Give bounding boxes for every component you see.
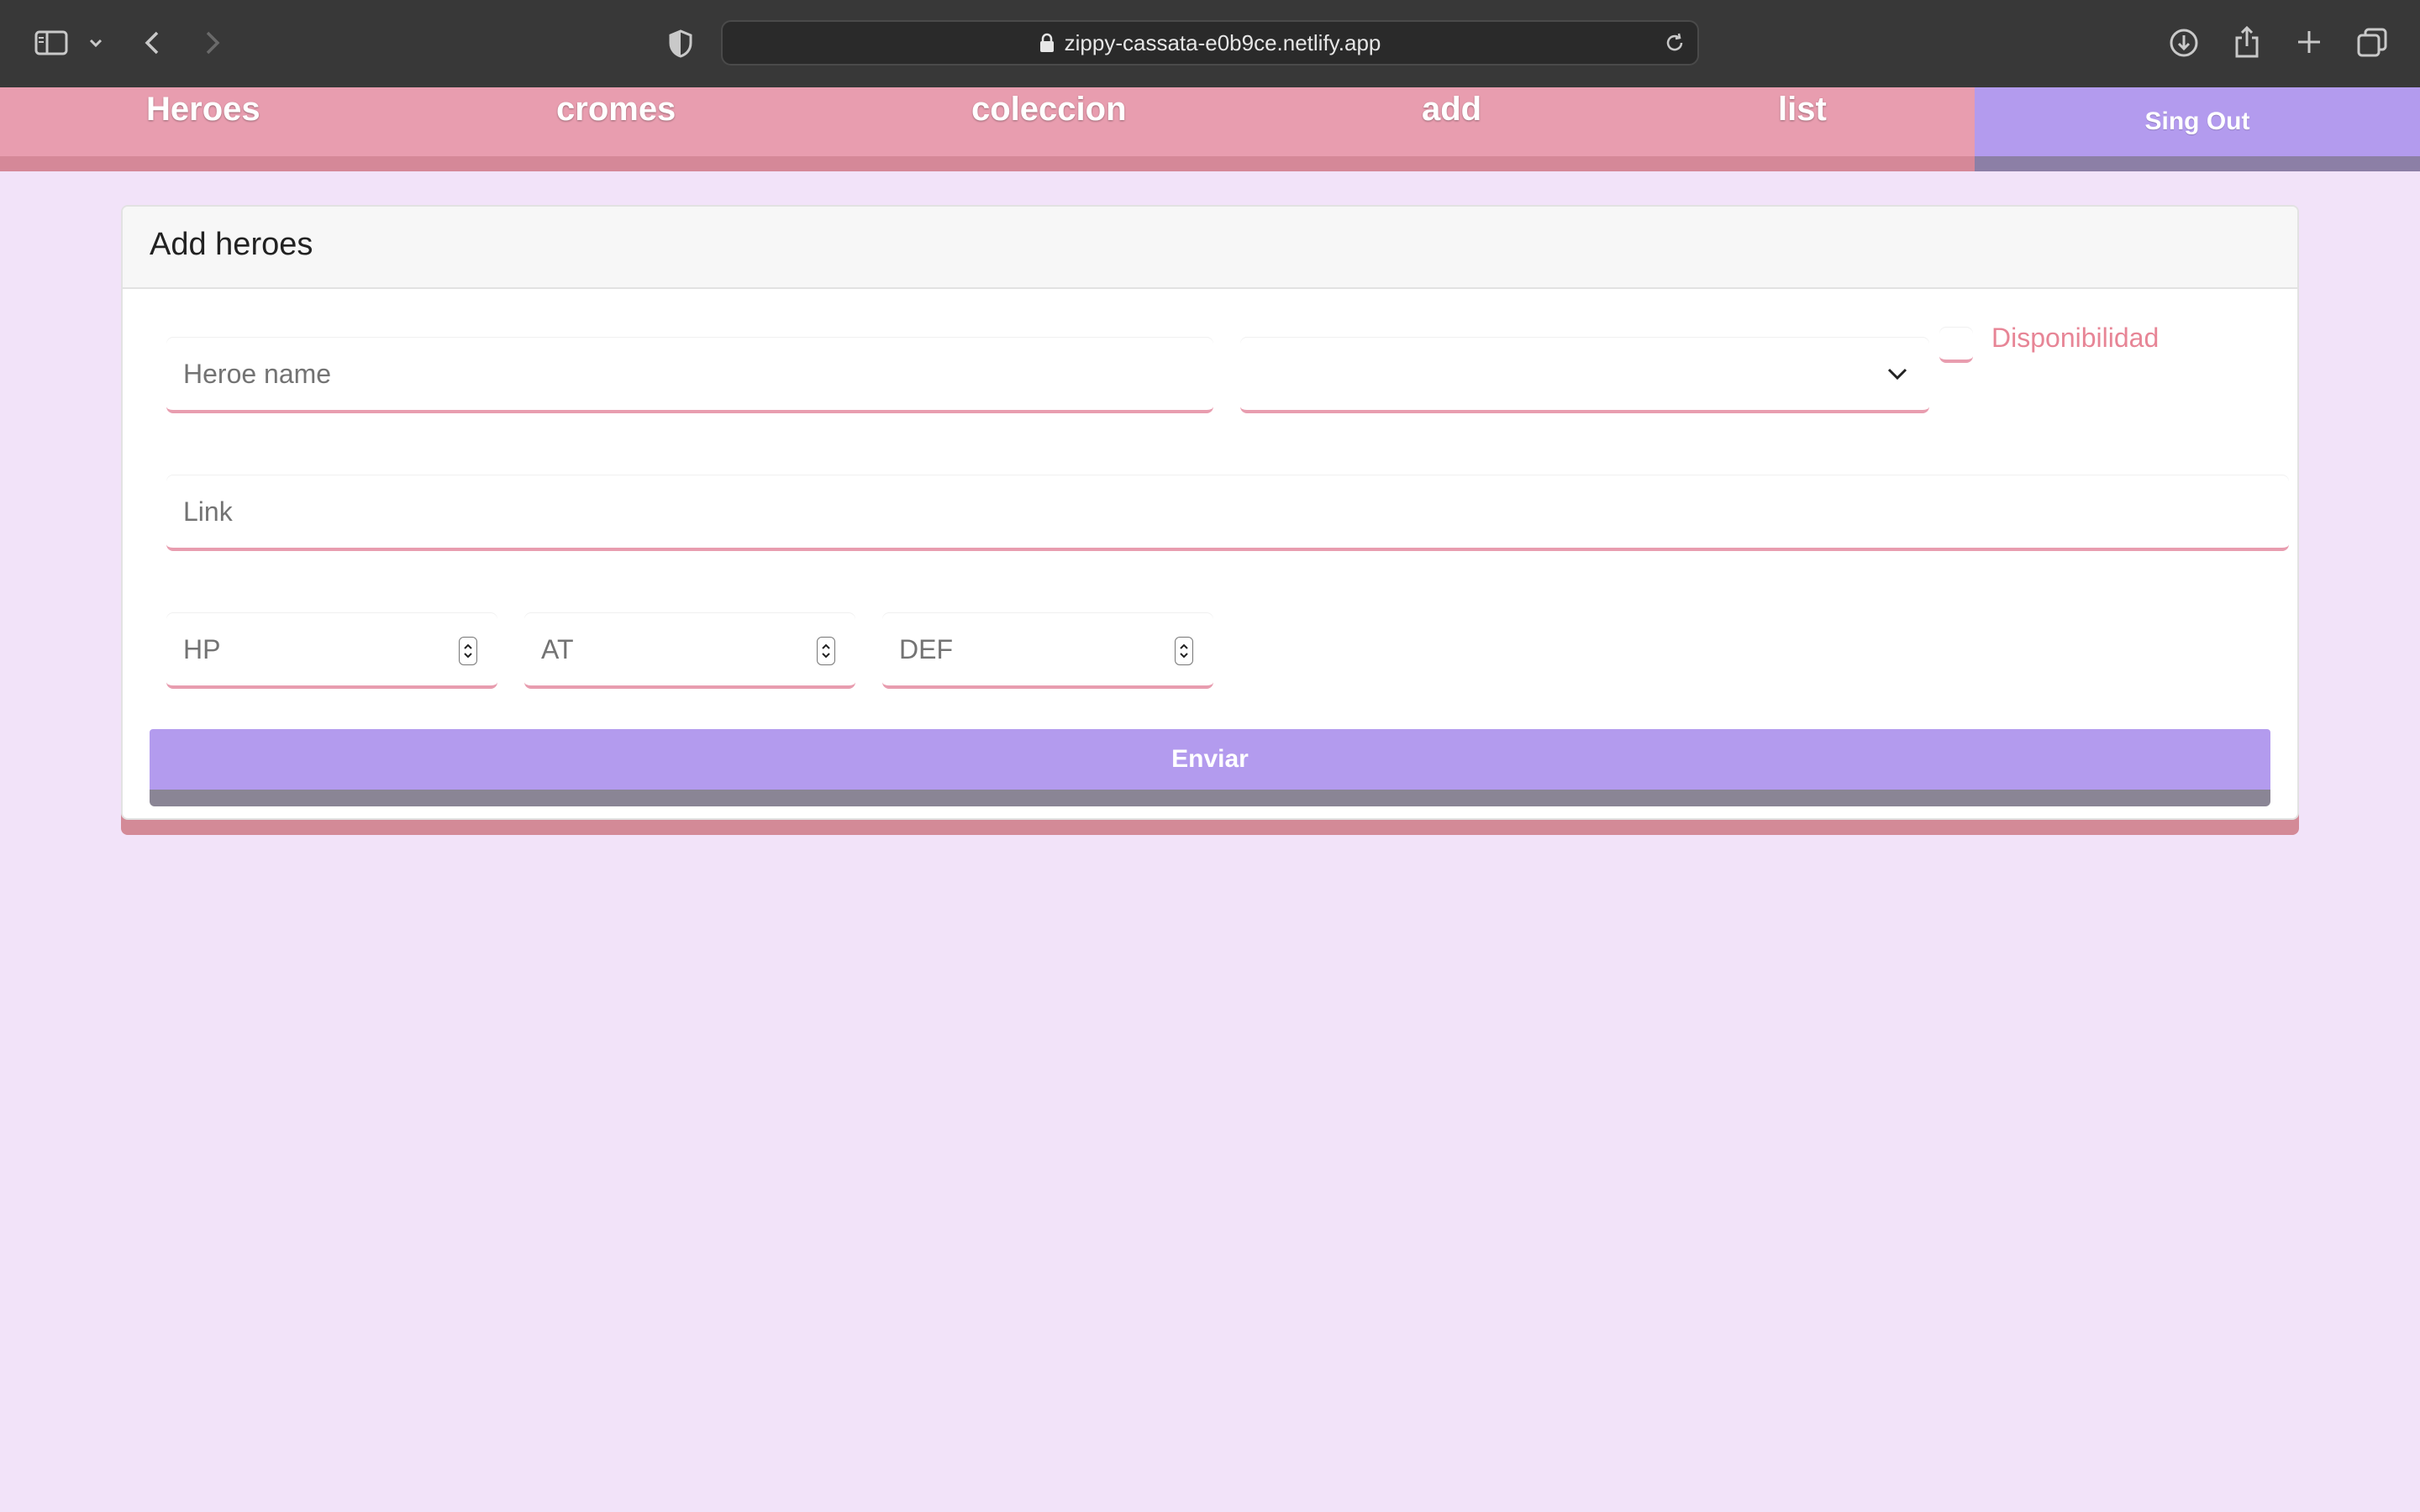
def-input[interactable] [882,613,1213,689]
address-bar[interactable]: zippy-cassata-e0b9ce.netlify.app [721,20,1699,66]
sign-out-button-shadow [1975,156,2420,171]
shield-icon[interactable] [666,27,696,60]
chevron-down-icon[interactable] [86,30,106,55]
nav-link-cromes[interactable]: cromes [556,87,676,131]
forward-icon[interactable] [200,27,225,59]
browser-toolbar: zippy-cassata-e0b9ce.netlify.app [0,0,2420,87]
def-stepper-icon[interactable] [1175,637,1193,665]
nav-link-list[interactable]: list [1778,87,1827,131]
card-header: Add heroes [123,207,2297,289]
availability-checkbox[interactable] [1939,328,1973,363]
nav-link-heroes[interactable]: Heroes [146,87,260,131]
nav-link-add[interactable]: add [1422,87,1481,131]
navbar-shadow [0,156,1975,171]
hero-company-select[interactable] [1240,338,1929,413]
card-title: Add heroes [150,227,313,262]
hp-input[interactable] [166,613,497,689]
hero-name-input[interactable] [166,338,1213,413]
chevron-down-icon [1887,368,1907,380]
nav-link-coleccion[interactable]: coleccion [971,87,1127,131]
url-text: zippy-cassata-e0b9ce.netlify.app [1064,29,1381,55]
at-input[interactable] [524,613,855,689]
link-input[interactable] [166,475,2289,551]
hp-stepper-icon[interactable] [459,637,477,665]
download-icon[interactable] [2166,25,2202,60]
add-heroes-card: Add heroes Disponibilidad Enviar [121,205,2299,820]
submit-button-shadow [150,790,2270,806]
availability-label: Disponibilidad [1991,323,2160,353]
sidebar-icon[interactable] [32,25,71,60]
submit-button[interactable]: Enviar [150,729,2270,790]
back-icon[interactable] [139,27,165,59]
reload-icon[interactable] [1664,32,1686,54]
lock-icon [1039,33,1055,53]
new-tab-icon[interactable] [2292,25,2326,59]
sign-out-button[interactable]: Sing Out [1975,87,2420,156]
share-icon[interactable] [2230,24,2264,60]
at-stepper-icon[interactable] [817,637,835,665]
tabs-overview-icon[interactable] [2354,25,2390,60]
